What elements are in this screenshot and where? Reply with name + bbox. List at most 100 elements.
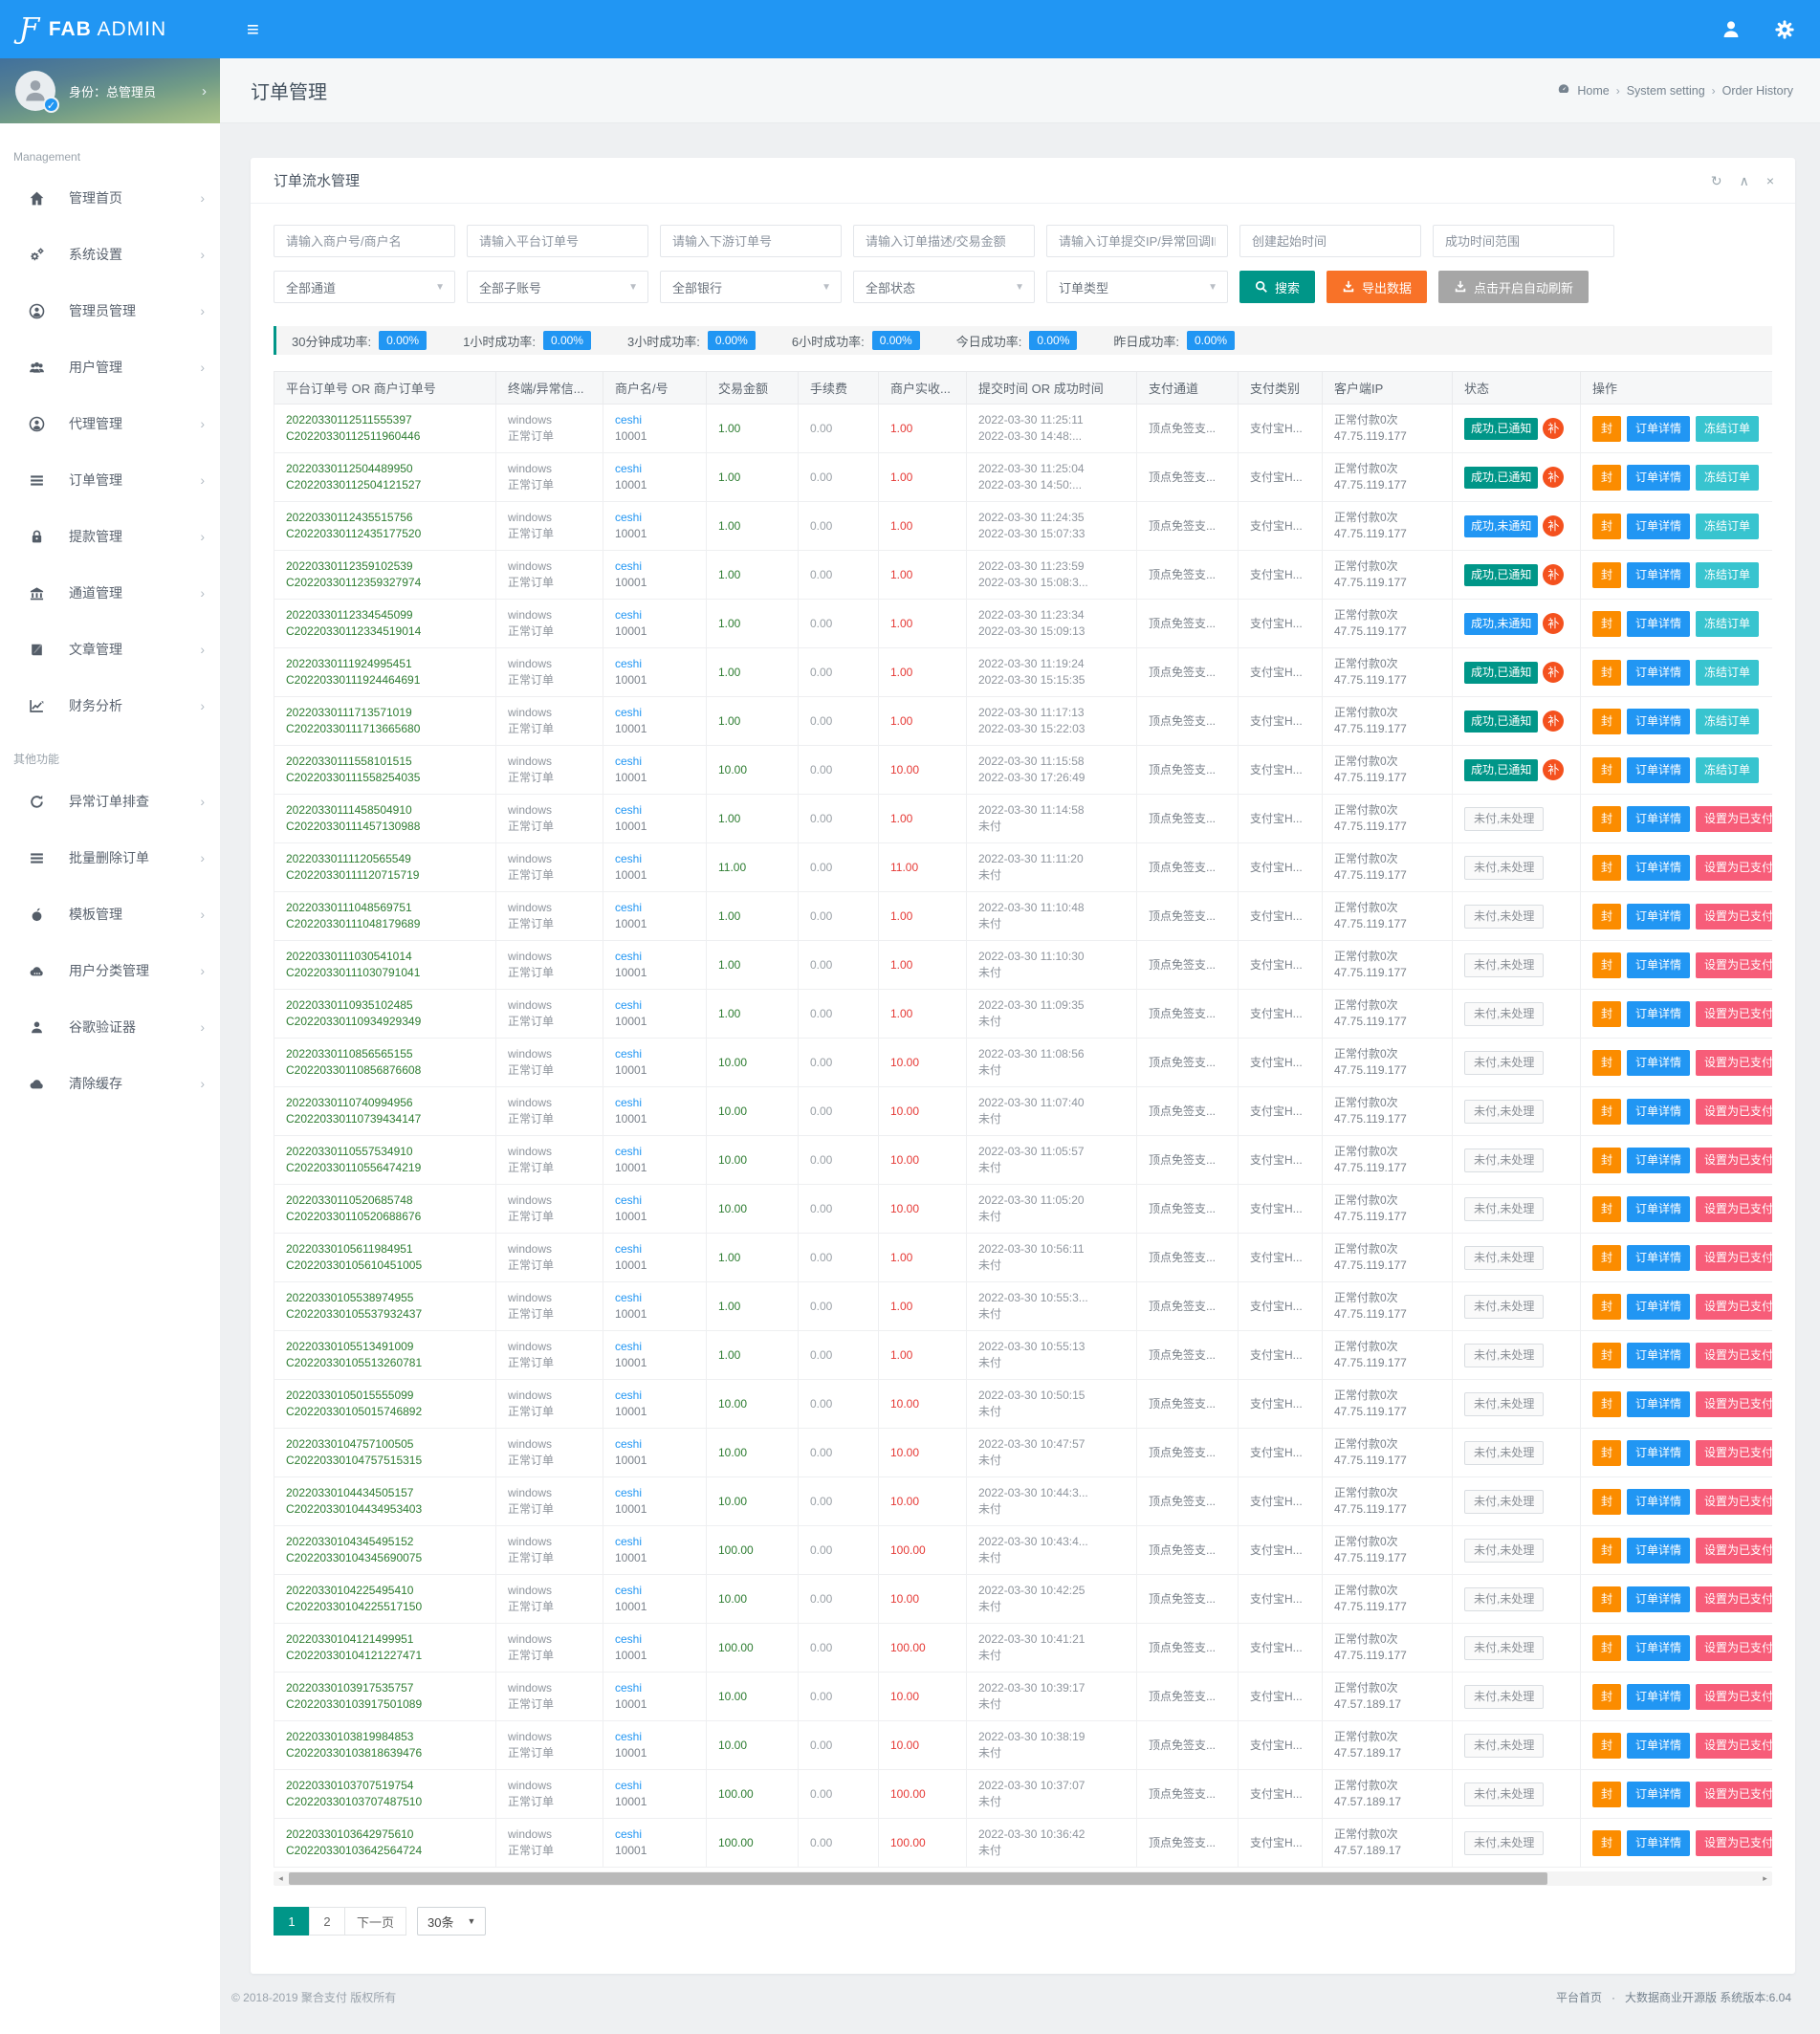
set-paid-button[interactable]: 设置为已支付 [1696, 1196, 1772, 1222]
merchant-link[interactable]: ceshi [615, 1291, 642, 1304]
order-detail-button[interactable]: 订单详情 [1627, 757, 1690, 783]
sidebar-item-users[interactable]: 用户管理 › [0, 339, 220, 395]
order-detail-button[interactable]: 订单详情 [1627, 1830, 1690, 1856]
hamburger-menu-icon[interactable]: ≡ [247, 17, 259, 42]
set-paid-button[interactable]: 设置为已支付 [1696, 1001, 1772, 1027]
order-detail-button[interactable]: 订单详情 [1627, 1245, 1690, 1271]
order-detail-button[interactable]: 订单详情 [1627, 1294, 1690, 1320]
merchant-link[interactable]: ceshi [615, 1730, 642, 1743]
seal-button[interactable]: 封 [1592, 1782, 1621, 1807]
panel-refresh-icon[interactable]: ↻ [1711, 174, 1722, 187]
order-detail-button[interactable]: 订单详情 [1627, 806, 1690, 832]
filter-input-3[interactable] [853, 225, 1035, 257]
patch-notify-button[interactable]: 补 [1543, 711, 1564, 732]
filter-select-2[interactable]: 全部银行▼ [660, 271, 842, 303]
seal-button[interactable]: 封 [1592, 855, 1621, 881]
seal-button[interactable]: 封 [1592, 465, 1621, 491]
seal-button[interactable]: 封 [1592, 1635, 1621, 1661]
user-icon[interactable] [1721, 19, 1742, 40]
seal-button[interactable]: 封 [1592, 806, 1621, 832]
panel-collapse-icon[interactable]: ∧ [1740, 174, 1749, 187]
set-paid-button[interactable]: 设置为已支付 [1696, 1733, 1772, 1759]
sidebar-item-agent-user[interactable]: 代理管理 › [0, 395, 220, 451]
order-detail-button[interactable]: 订单详情 [1627, 1099, 1690, 1125]
order-detail-button[interactable]: 订单详情 [1627, 1343, 1690, 1368]
merchant-link[interactable]: ceshi [615, 1437, 642, 1451]
merchant-link[interactable]: ceshi [615, 608, 642, 622]
seal-button[interactable]: 封 [1592, 1050, 1621, 1076]
order-detail-button[interactable]: 订单详情 [1627, 1782, 1690, 1807]
seal-button[interactable]: 封 [1592, 1245, 1621, 1271]
sidebar-item-finance-chart[interactable]: 财务分析 › [0, 677, 220, 733]
filter-input-1[interactable] [467, 225, 648, 257]
sidebar-item-article-book[interactable]: 文章管理 › [0, 621, 220, 677]
set-paid-button[interactable]: 设置为已支付 [1696, 1440, 1772, 1466]
filter-input-6[interactable] [1433, 225, 1614, 257]
seal-button[interactable]: 封 [1592, 1196, 1621, 1222]
set-paid-button[interactable]: 设置为已支付 [1696, 1245, 1772, 1271]
patch-notify-button[interactable]: 补 [1543, 515, 1564, 536]
merchant-link[interactable]: ceshi [615, 413, 642, 426]
filter-select-3[interactable]: 全部状态▼ [853, 271, 1035, 303]
horizontal-scrollbar[interactable]: ◂ ▸ [274, 1871, 1772, 1886]
sidebar-item-gears[interactable]: 系统设置 › [0, 226, 220, 282]
page-size-select[interactable]: 30条▼ [417, 1907, 486, 1936]
order-detail-button[interactable]: 订单详情 [1627, 416, 1690, 442]
merchant-link[interactable]: ceshi [615, 901, 642, 914]
seal-button[interactable]: 封 [1592, 1391, 1621, 1417]
gear-icon[interactable] [1774, 19, 1795, 40]
seal-button[interactable]: 封 [1592, 416, 1621, 442]
order-detail-button[interactable]: 订单详情 [1627, 1733, 1690, 1759]
order-detail-button[interactable]: 订单详情 [1627, 1538, 1690, 1564]
seal-button[interactable]: 封 [1592, 1586, 1621, 1612]
freeze-order-button[interactable]: 冻结订单 [1696, 709, 1759, 734]
merchant-link[interactable]: ceshi [615, 1486, 642, 1499]
patch-notify-button[interactable]: 补 [1543, 467, 1564, 488]
order-detail-button[interactable]: 订单详情 [1627, 1050, 1690, 1076]
seal-button[interactable]: 封 [1592, 904, 1621, 930]
seal-button[interactable]: 封 [1592, 1294, 1621, 1320]
set-paid-button[interactable]: 设置为已支付 [1696, 1635, 1772, 1661]
patch-notify-button[interactable]: 补 [1543, 613, 1564, 634]
order-detail-button[interactable]: 订单详情 [1627, 904, 1690, 930]
seal-button[interactable]: 封 [1592, 1684, 1621, 1710]
merchant-link[interactable]: ceshi [615, 511, 642, 524]
filter-input-5[interactable] [1239, 225, 1421, 257]
merchant-link[interactable]: ceshi [615, 998, 642, 1012]
seal-button[interactable]: 封 [1592, 611, 1621, 637]
filter-input-0[interactable] [274, 225, 455, 257]
scroll-left-arrow-icon[interactable]: ◂ [274, 1871, 288, 1886]
merchant-link[interactable]: ceshi [615, 559, 642, 573]
set-paid-button[interactable]: 设置为已支付 [1696, 1343, 1772, 1368]
filter-select-0[interactable]: 全部通道▼ [274, 271, 455, 303]
sidebar-item-abnormal-refresh[interactable]: 异常订单排查 › [0, 773, 220, 829]
order-detail-button[interactable]: 订单详情 [1627, 1391, 1690, 1417]
sidebar-item-admin-user[interactable]: 管理员管理 › [0, 282, 220, 339]
patch-notify-button[interactable]: 补 [1543, 662, 1564, 683]
merchant-link[interactable]: ceshi [615, 1632, 642, 1646]
export-data-button[interactable]: 导出数据 [1327, 271, 1427, 303]
merchant-link[interactable]: ceshi [615, 706, 642, 719]
pagination-page-2[interactable]: 2 [309, 1907, 345, 1936]
set-paid-button[interactable]: 设置为已支付 [1696, 1586, 1772, 1612]
order-detail-button[interactable]: 订单详情 [1627, 1586, 1690, 1612]
set-paid-button[interactable]: 设置为已支付 [1696, 1538, 1772, 1564]
filter-input-2[interactable] [660, 225, 842, 257]
freeze-order-button[interactable]: 冻结订单 [1696, 514, 1759, 539]
breadcrumb-home[interactable]: Home [1577, 84, 1609, 98]
pagination-next-button[interactable]: 下一页 [344, 1907, 406, 1936]
merchant-link[interactable]: ceshi [615, 657, 642, 670]
seal-button[interactable]: 封 [1592, 1733, 1621, 1759]
sidebar-item-batch-delete-list[interactable]: 批量删除订单 › [0, 829, 220, 886]
merchant-link[interactable]: ceshi [615, 1681, 642, 1695]
set-paid-button[interactable]: 设置为已支付 [1696, 1489, 1772, 1515]
set-paid-button[interactable]: 设置为已支付 [1696, 1099, 1772, 1125]
scroll-right-arrow-icon[interactable]: ▸ [1758, 1871, 1772, 1886]
seal-button[interactable]: 封 [1592, 1343, 1621, 1368]
set-paid-button[interactable]: 设置为已支付 [1696, 904, 1772, 930]
order-detail-button[interactable]: 订单详情 [1627, 1440, 1690, 1466]
sidebar-item-home[interactable]: 管理首页 › [0, 169, 220, 226]
merchant-link[interactable]: ceshi [615, 803, 642, 817]
set-paid-button[interactable]: 设置为已支付 [1696, 1391, 1772, 1417]
merchant-link[interactable]: ceshi [615, 1193, 642, 1207]
